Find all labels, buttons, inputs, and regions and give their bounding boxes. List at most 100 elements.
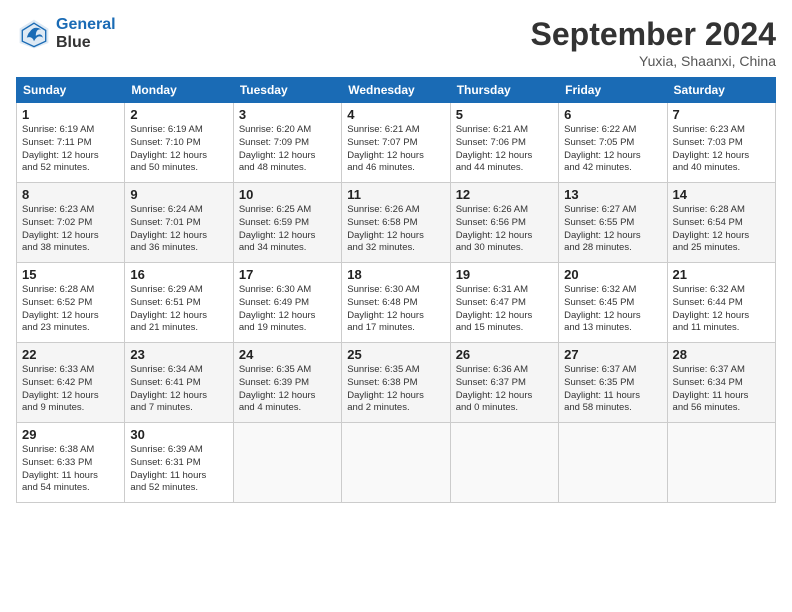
day-info: Sunrise: 6:29 AM Sunset: 6:51 PM Dayligh…	[130, 284, 227, 335]
calendar-week-row: 22 Sunrise: 6:33 AM Sunset: 6:42 PM Dayli…	[17, 343, 776, 423]
day-info: Sunrise: 6:21 AM Sunset: 7:07 PM Dayligh…	[347, 124, 444, 175]
calendar-cell: 26Sunrise: 6:36 AM Sunset: 6:37 PM Dayli…	[450, 343, 558, 423]
day-number: 6	[564, 107, 661, 122]
calendar-cell: 23Sunrise: 6:34 AM Sunset: 6:41 PM Dayli…	[125, 343, 233, 423]
day-number: 5	[456, 107, 553, 122]
weekday-header-saturday: Saturday	[667, 78, 775, 103]
calendar-week-row: 8Sunrise: 6:23 AM Sunset: 7:02 PM Daylig…	[17, 183, 776, 263]
day-number: 15	[22, 267, 119, 282]
calendar-cell: 19 Sunrise: 6:31 AM Sunset: 6:47 PM Dayli…	[450, 263, 558, 343]
day-number: 1	[22, 107, 119, 122]
calendar-cell: 18Sunrise: 6:30 AM Sunset: 6:48 PM Dayli…	[342, 263, 450, 343]
logo-text: General Blue	[56, 16, 116, 52]
calendar-cell: 20 Sunrise: 6:32 AM Sunset: 6:45 PM Dayli…	[559, 263, 667, 343]
weekday-header-friday: Friday	[559, 78, 667, 103]
day-info: Sunrise: 6:19 AM Sunset: 7:11 PM Dayligh…	[22, 124, 119, 175]
calendar-cell: 22 Sunrise: 6:33 AM Sunset: 6:42 PM Dayli…	[17, 343, 125, 423]
calendar-week-row: 1 Sunrise: 6:19 AM Sunset: 7:11 PM Daylig…	[17, 103, 776, 183]
weekday-header-wednesday: Wednesday	[342, 78, 450, 103]
day-number: 10	[239, 187, 336, 202]
day-info: Sunrise: 6:21 AM Sunset: 7:06 PM Dayligh…	[456, 124, 553, 175]
weekday-header-sunday: Sunday	[17, 78, 125, 103]
day-number: 12	[456, 187, 553, 202]
calendar-cell: 29Sunrise: 6:38 AM Sunset: 6:33 PM Dayli…	[17, 423, 125, 503]
calendar-cell	[342, 423, 450, 503]
day-number: 16	[130, 267, 227, 282]
day-info: Sunrise: 6:32 AM Sunset: 6:44 PM Dayligh…	[673, 284, 770, 335]
calendar-cell: 11 Sunrise: 6:26 AM Sunset: 6:58 PM Dayli…	[342, 183, 450, 263]
calendar-cell: 25Sunrise: 6:35 AM Sunset: 6:38 PM Dayli…	[342, 343, 450, 423]
day-number: 27	[564, 347, 661, 362]
calendar-week-row: 29Sunrise: 6:38 AM Sunset: 6:33 PM Dayli…	[17, 423, 776, 503]
calendar-cell: 16 Sunrise: 6:29 AM Sunset: 6:51 PM Dayli…	[125, 263, 233, 343]
day-info: Sunrise: 6:26 AM Sunset: 6:56 PM Dayligh…	[456, 204, 553, 255]
day-info: Sunrise: 6:19 AM Sunset: 7:10 PM Dayligh…	[130, 124, 227, 175]
calendar-cell	[667, 423, 775, 503]
day-number: 8	[22, 187, 119, 202]
day-info: Sunrise: 6:22 AM Sunset: 7:05 PM Dayligh…	[564, 124, 661, 175]
calendar-cell	[559, 423, 667, 503]
calendar-cell: 30 Sunrise: 6:39 AM Sunset: 6:31 PM Dayli…	[125, 423, 233, 503]
day-number: 24	[239, 347, 336, 362]
calendar-cell: 7 Sunrise: 6:23 AM Sunset: 7:03 PM Daylig…	[667, 103, 775, 183]
calendar-cell: 14 Sunrise: 6:28 AM Sunset: 6:54 PM Dayli…	[667, 183, 775, 263]
calendar-cell: 4 Sunrise: 6:21 AM Sunset: 7:07 PM Daylig…	[342, 103, 450, 183]
day-info: Sunrise: 6:37 AM Sunset: 6:35 PM Dayligh…	[564, 364, 661, 415]
day-number: 22	[22, 347, 119, 362]
weekday-header-monday: Monday	[125, 78, 233, 103]
calendar-header: SundayMondayTuesdayWednesdayThursdayFrid…	[17, 78, 776, 103]
day-info: Sunrise: 6:27 AM Sunset: 6:55 PM Dayligh…	[564, 204, 661, 255]
calendar-cell: 2Sunrise: 6:19 AM Sunset: 7:10 PM Daylig…	[125, 103, 233, 183]
calendar-cell: 6 Sunrise: 6:22 AM Sunset: 7:05 PM Daylig…	[559, 103, 667, 183]
day-number: 21	[673, 267, 770, 282]
calendar-cell: 27 Sunrise: 6:37 AM Sunset: 6:35 PM Dayli…	[559, 343, 667, 423]
day-info: Sunrise: 6:32 AM Sunset: 6:45 PM Dayligh…	[564, 284, 661, 335]
day-number: 26	[456, 347, 553, 362]
day-number: 7	[673, 107, 770, 122]
calendar-page: General Blue September 2024 Yuxia, Shaan…	[0, 0, 792, 612]
day-number: 11	[347, 187, 444, 202]
day-number: 17	[239, 267, 336, 282]
day-info: Sunrise: 6:28 AM Sunset: 6:52 PM Dayligh…	[22, 284, 119, 335]
calendar-week-row: 15 Sunrise: 6:28 AM Sunset: 6:52 PM Dayli…	[17, 263, 776, 343]
calendar-cell: 13Sunrise: 6:27 AM Sunset: 6:55 PM Dayli…	[559, 183, 667, 263]
calendar-cell: 9 Sunrise: 6:24 AM Sunset: 7:01 PM Daylig…	[125, 183, 233, 263]
location-subtitle: Yuxia, Shaanxi, China	[531, 53, 776, 69]
calendar-cell	[233, 423, 341, 503]
day-number: 4	[347, 107, 444, 122]
day-number: 14	[673, 187, 770, 202]
day-info: Sunrise: 6:26 AM Sunset: 6:58 PM Dayligh…	[347, 204, 444, 255]
day-number: 19	[456, 267, 553, 282]
day-number: 20	[564, 267, 661, 282]
day-info: Sunrise: 6:35 AM Sunset: 6:39 PM Dayligh…	[239, 364, 336, 415]
day-info: Sunrise: 6:24 AM Sunset: 7:01 PM Dayligh…	[130, 204, 227, 255]
calendar-cell	[450, 423, 558, 503]
calendar-table: SundayMondayTuesdayWednesdayThursdayFrid…	[16, 77, 776, 503]
day-number: 30	[130, 427, 227, 442]
calendar-cell: 10Sunrise: 6:25 AM Sunset: 6:59 PM Dayli…	[233, 183, 341, 263]
calendar-cell: 17Sunrise: 6:30 AM Sunset: 6:49 PM Dayli…	[233, 263, 341, 343]
day-number: 23	[130, 347, 227, 362]
calendar-cell: 1 Sunrise: 6:19 AM Sunset: 7:11 PM Daylig…	[17, 103, 125, 183]
day-info: Sunrise: 6:23 AM Sunset: 7:03 PM Dayligh…	[673, 124, 770, 175]
calendar-body: 1 Sunrise: 6:19 AM Sunset: 7:11 PM Daylig…	[17, 103, 776, 503]
day-info: Sunrise: 6:39 AM Sunset: 6:31 PM Dayligh…	[130, 444, 227, 495]
day-number: 25	[347, 347, 444, 362]
calendar-cell: 15 Sunrise: 6:28 AM Sunset: 6:52 PM Dayli…	[17, 263, 125, 343]
calendar-cell: 12 Sunrise: 6:26 AM Sunset: 6:56 PM Dayli…	[450, 183, 558, 263]
day-info: Sunrise: 6:31 AM Sunset: 6:47 PM Dayligh…	[456, 284, 553, 335]
weekday-header-tuesday: Tuesday	[233, 78, 341, 103]
day-number: 3	[239, 107, 336, 122]
calendar-cell: 21 Sunrise: 6:32 AM Sunset: 6:44 PM Dayli…	[667, 263, 775, 343]
calendar-cell: 24 Sunrise: 6:35 AM Sunset: 6:39 PM Dayli…	[233, 343, 341, 423]
day-info: Sunrise: 6:28 AM Sunset: 6:54 PM Dayligh…	[673, 204, 770, 255]
month-title: September 2024	[531, 16, 776, 53]
logo-icon	[16, 16, 52, 52]
day-info: Sunrise: 6:20 AM Sunset: 7:09 PM Dayligh…	[239, 124, 336, 175]
day-info: Sunrise: 6:33 AM Sunset: 6:42 PM Dayligh…	[22, 364, 119, 415]
day-number: 9	[130, 187, 227, 202]
day-info: Sunrise: 6:30 AM Sunset: 6:48 PM Dayligh…	[347, 284, 444, 335]
title-block: September 2024 Yuxia, Shaanxi, China	[531, 16, 776, 69]
logo: General Blue	[16, 16, 116, 52]
calendar-cell: 28Sunrise: 6:37 AM Sunset: 6:34 PM Dayli…	[667, 343, 775, 423]
